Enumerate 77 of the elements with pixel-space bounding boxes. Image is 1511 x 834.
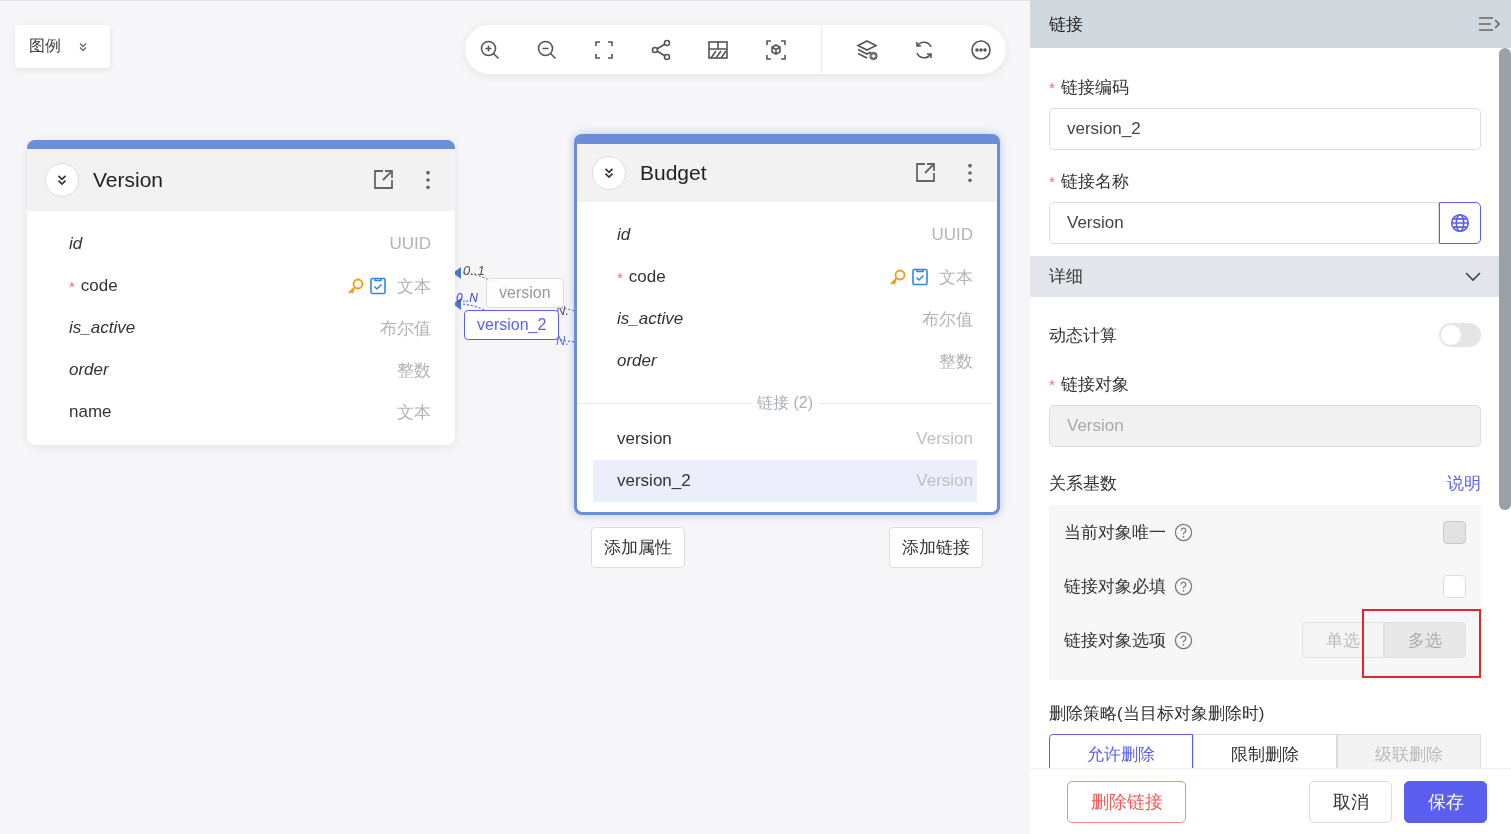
collapse-icon[interactable] bbox=[592, 156, 626, 190]
entity-title: Version bbox=[93, 168, 165, 192]
required-mark: * bbox=[1049, 376, 1055, 393]
field-type: 整数 bbox=[939, 350, 973, 373]
link-name: version bbox=[617, 429, 672, 449]
field-name: name bbox=[69, 402, 112, 422]
cardinality-label: 0..1 bbox=[463, 263, 485, 278]
chevron-down-icon bbox=[1465, 271, 1481, 282]
cardinality-label: 0..N bbox=[456, 291, 478, 305]
help-icon[interactable] bbox=[1174, 630, 1193, 650]
help-link[interactable]: 说明 bbox=[1447, 471, 1481, 495]
section-title: 详细 bbox=[1049, 266, 1083, 288]
field-name: is_active bbox=[617, 309, 684, 329]
field-label: 链接编码 bbox=[1060, 77, 1129, 99]
link-row[interactable]: version_2 Version bbox=[593, 460, 977, 502]
field-label: 链接名称 bbox=[1060, 171, 1129, 193]
required-mark: * bbox=[69, 277, 75, 295]
collapse-icon[interactable] bbox=[45, 163, 79, 197]
required-mark: * bbox=[1049, 173, 1055, 190]
field-label: 关系基数 bbox=[1049, 472, 1117, 495]
field-name: order bbox=[69, 360, 109, 380]
scrollbar-thumb[interactable] bbox=[1499, 48, 1511, 510]
field-type: 文本 bbox=[397, 275, 431, 298]
code-input[interactable]: version_2 bbox=[1049, 108, 1481, 150]
add-button[interactable]: 添加属性 bbox=[591, 527, 685, 568]
focus-icon[interactable] bbox=[763, 37, 788, 62]
external-link-icon[interactable] bbox=[371, 168, 395, 192]
link-row[interactable]: version Version bbox=[593, 418, 977, 460]
field-label: 链接对象 bbox=[1060, 374, 1129, 396]
field-label: 删除策略(当目标对象删除时) bbox=[1049, 703, 1266, 725]
required-mark: * bbox=[617, 268, 623, 286]
required-mark: * bbox=[1049, 79, 1055, 96]
help-icon[interactable] bbox=[1174, 522, 1193, 542]
add-button[interactable]: 添加链接 bbox=[889, 527, 983, 568]
link-name: version_2 bbox=[617, 471, 691, 491]
panel-title: 链接 bbox=[1049, 13, 1083, 36]
entity-card[interactable]: Budget id UUID * code 文本 is_active 布尔值 order 整数 链接 (2) version Version version_2 Version bbox=[574, 134, 1000, 515]
field-type: 布尔值 bbox=[922, 308, 973, 331]
option-label: 链接对象必填 bbox=[1064, 575, 1166, 598]
more-icon[interactable] bbox=[967, 162, 973, 184]
link-target: Version bbox=[916, 471, 973, 491]
cancel-button[interactable]: 取消 bbox=[1309, 780, 1392, 823]
option-label: 当前对象唯一 bbox=[1064, 521, 1166, 544]
field-type: 文本 bbox=[939, 266, 973, 289]
field-type: UUID bbox=[931, 225, 973, 245]
collapse-panel-icon[interactable] bbox=[1478, 15, 1500, 33]
name-input[interactable]: Version bbox=[1049, 202, 1439, 244]
globe-icon[interactable] bbox=[1439, 202, 1481, 244]
policy-option[interactable]: 允许删除 bbox=[1049, 734, 1193, 768]
link-target: Version bbox=[916, 429, 973, 449]
field-type: 整数 bbox=[397, 359, 431, 382]
layers-icon[interactable] bbox=[854, 37, 879, 62]
entity-title: Budget bbox=[640, 161, 708, 185]
chevron-down-icon bbox=[77, 40, 89, 53]
more-icon[interactable] bbox=[425, 169, 431, 191]
section-header[interactable]: 详细 bbox=[1030, 256, 1499, 297]
policy-option[interactable]: 限制删除 bbox=[1193, 734, 1337, 768]
field-name: is_active bbox=[69, 318, 136, 338]
field-type: 布尔值 bbox=[380, 317, 431, 340]
option-label: 链接对象选项 bbox=[1064, 629, 1166, 652]
field-name: id bbox=[69, 234, 83, 254]
field-name: code bbox=[628, 267, 666, 287]
field-label: 动态计算 bbox=[1049, 324, 1117, 347]
checkbox[interactable] bbox=[1443, 574, 1466, 598]
external-link-icon[interactable] bbox=[913, 161, 937, 185]
field-type: UUID bbox=[389, 234, 431, 254]
save-button[interactable]: 保存 bbox=[1404, 780, 1487, 823]
toggle-switch[interactable] bbox=[1439, 323, 1481, 347]
field-name: id bbox=[617, 225, 631, 245]
section-heading: 链接 (2) bbox=[756, 392, 814, 413]
field-type: 文本 bbox=[397, 401, 431, 424]
more-icon[interactable] bbox=[969, 37, 993, 62]
help-icon[interactable] bbox=[1174, 576, 1193, 596]
entity-card[interactable]: Version id UUID * code 文本 is_active 布尔值 order 整数 name 文本 bbox=[27, 140, 455, 445]
legend-button[interactable]: 图例 bbox=[15, 25, 110, 68]
field-name: code bbox=[80, 276, 118, 296]
field-name: order bbox=[617, 351, 657, 371]
